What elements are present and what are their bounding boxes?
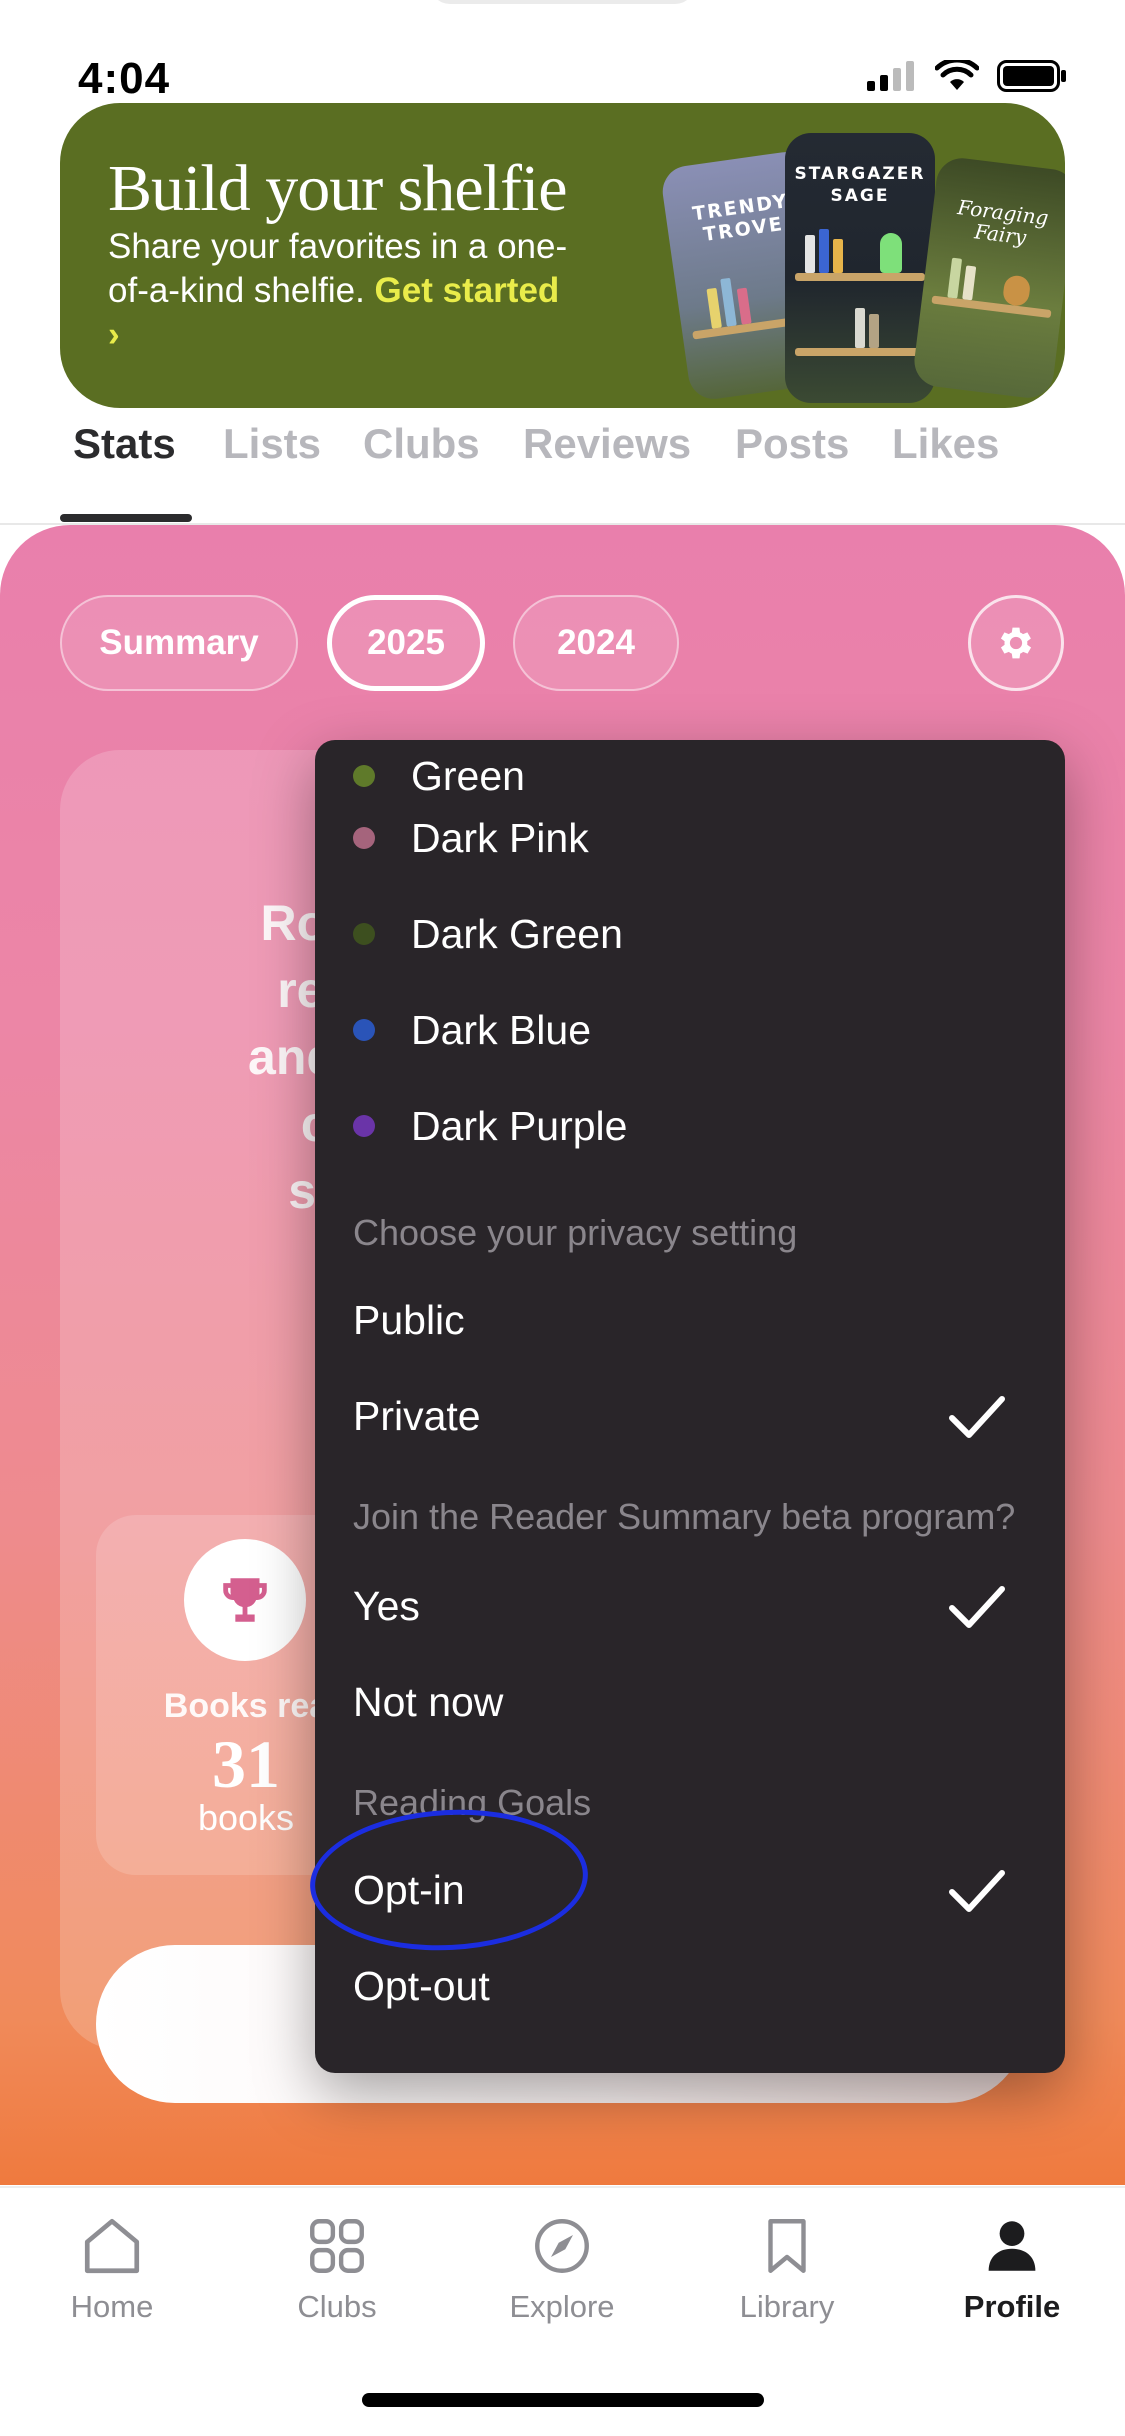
nav-label: Home [70, 2289, 154, 2324]
beta-section-header: Join the Reader Summary beta program? [353, 1496, 1016, 1537]
trophy-icon [223, 1578, 267, 1622]
nav-library[interactable]: Library [697, 2213, 877, 2325]
checkmark-icon [949, 1586, 1005, 1628]
color-dot [353, 827, 375, 849]
menu-goals-opt-in[interactable]: Opt-in [315, 1842, 1065, 1938]
menu-item-label: Not now [353, 1678, 504, 1725]
menu-item-label: Dark Pink [411, 814, 589, 861]
person-icon [988, 2221, 1036, 2271]
wifi-icon [935, 60, 979, 90]
tab-stats[interactable]: Stats [73, 420, 176, 468]
gear-icon [1000, 627, 1032, 659]
tab-lists[interactable]: Lists [223, 420, 321, 468]
status-bar: 4:04 [0, 0, 1125, 103]
menu-item-label: Yes [353, 1582, 420, 1629]
status-icons [867, 60, 1067, 92]
menu-color-dark-purple[interactable]: Dark Purple [315, 1078, 1065, 1174]
bookmark-icon [768, 2219, 806, 2273]
menu-beta-yes[interactable]: Yes [315, 1558, 1065, 1654]
tab-posts[interactable]: Posts [735, 420, 849, 468]
nav-explore[interactable]: Explore [472, 2213, 652, 2325]
tab-reviews[interactable]: Reviews [523, 420, 691, 468]
banner-title: Build your shelfie [108, 152, 568, 225]
shelfie-card-foraging-fairy: Foraging Fairy [911, 155, 1065, 401]
card-title: STARGAZER SAGE [794, 164, 926, 206]
color-dot [353, 765, 375, 787]
trophy-badge [184, 1539, 306, 1661]
color-dot [353, 1019, 375, 1041]
tab-clubs[interactable]: Clubs [363, 420, 480, 468]
checkmark-icon [949, 1870, 1005, 1912]
profile-tabs: Stats Lists Clubs Reviews Posts Likes [0, 420, 1125, 525]
menu-privacy-public[interactable]: Public [315, 1272, 1065, 1368]
status-time: 4:04 [78, 54, 171, 103]
cellular-signal-icon [867, 61, 914, 91]
notch [430, 0, 695, 4]
menu-color-dark-green[interactable]: Dark Green [315, 886, 1065, 982]
shelfie-card-stargazer-sage: STARGAZER SAGE [785, 133, 935, 403]
nav-label: Library [739, 2289, 835, 2324]
home-icon [84, 2218, 140, 2274]
reading-goals-header: Reading Goals [353, 1782, 592, 1823]
menu-item-label: Opt-out [353, 1962, 490, 2009]
menu-goals-opt-out[interactable]: Opt-out [315, 1938, 1065, 2034]
compass-icon [535, 2219, 589, 2273]
settings-button[interactable] [968, 595, 1064, 691]
menu-color-dark-pink[interactable]: Dark Pink [315, 790, 1065, 886]
year-2024-pill[interactable]: 2024 [513, 595, 679, 691]
nav-home[interactable]: Home [22, 2213, 202, 2325]
menu-color-dark-blue[interactable]: Dark Blue [315, 982, 1065, 1078]
privacy-section-header: Choose your privacy setting [353, 1212, 798, 1253]
menu-item-label: Dark Blue [411, 1006, 592, 1053]
shelfie-banner[interactable]: Build your shelfie Share your favorites … [60, 103, 1065, 408]
settings-menu: Green Dark Pink Dark Green Dark Blue Dar… [315, 740, 1065, 2073]
summary-pill[interactable]: Summary [60, 595, 298, 691]
menu-item-label: Private [353, 1392, 481, 1439]
nav-clubs[interactable]: Clubs [247, 2213, 427, 2325]
banner-text: Share your favorites in a one-of-a-kind … [108, 225, 578, 357]
battery-icon [997, 60, 1066, 92]
shelfie-preview-cards: TRENDY TROVE STARGAZER SAGE Foraging Fai… [659, 103, 1065, 408]
menu-item-label: Opt-in [353, 1866, 465, 1913]
menu-item-label: Dark Green [411, 910, 623, 957]
checkmark-icon [949, 1396, 1005, 1438]
nav-profile[interactable]: Profile [922, 2213, 1102, 2325]
color-dot [353, 1115, 375, 1137]
grid-icon [310, 2219, 364, 2273]
active-tab-indicator [60, 514, 192, 522]
home-indicator[interactable] [362, 2393, 764, 2407]
color-dot [353, 923, 375, 945]
nav-label: Clubs [297, 2289, 377, 2324]
menu-item-label: Dark Purple [411, 1102, 628, 1149]
year-2025-pill[interactable]: 2025 [327, 595, 485, 691]
menu-privacy-private[interactable]: Private [315, 1368, 1065, 1464]
tab-likes[interactable]: Likes [892, 420, 999, 468]
nav-label: Profile [963, 2289, 1061, 2324]
menu-item-label: Public [353, 1296, 465, 1343]
card-title: Foraging Fairy [956, 195, 1050, 250]
menu-beta-not-now[interactable]: Not now [315, 1654, 1065, 1750]
nav-label: Explore [509, 2289, 615, 2324]
